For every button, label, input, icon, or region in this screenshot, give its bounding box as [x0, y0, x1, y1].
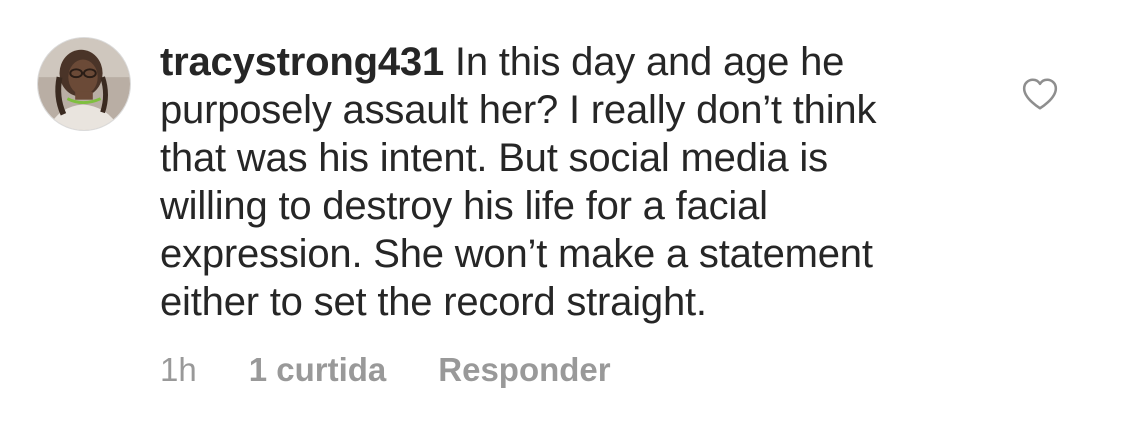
- comment-likes-count[interactable]: 1 curtida: [249, 350, 387, 390]
- reply-button[interactable]: Responder: [438, 350, 610, 390]
- like-button[interactable]: [1021, 76, 1059, 112]
- avatar[interactable]: [37, 37, 131, 131]
- comment-username[interactable]: tracystrong431: [160, 40, 444, 84]
- comment-item: tracystrong431 In this day and age he pu…: [0, 0, 1125, 443]
- comment-timestamp: 1h: [160, 351, 197, 388]
- comment-body: tracystrong431 In this day and age he pu…: [160, 38, 960, 326]
- comment-meta: 1h 1 curtida Responder: [160, 350, 611, 390]
- avatar-image: [38, 38, 130, 130]
- heart-outline-icon: [1022, 78, 1058, 110]
